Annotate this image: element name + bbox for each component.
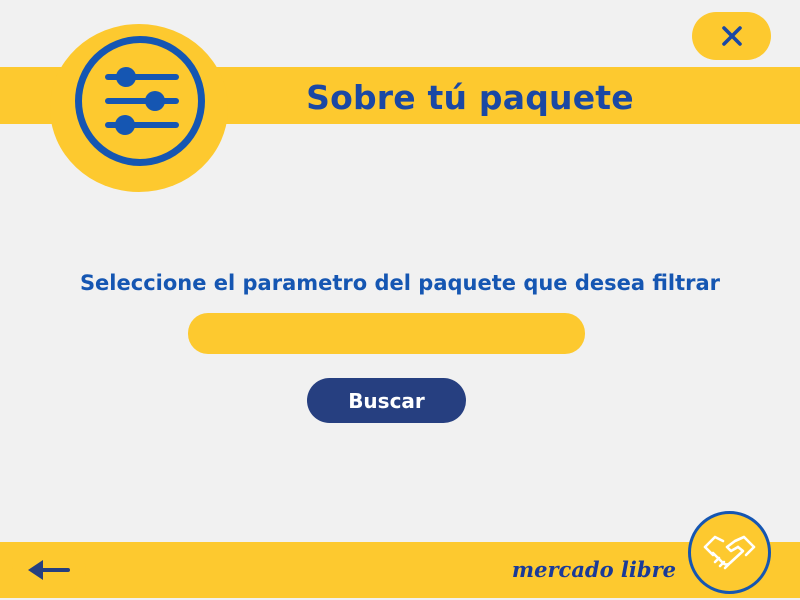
footer-band [0, 542, 800, 598]
screen: Sobre tú paquete Seleccione el parametro… [0, 0, 800, 600]
filter-parameter-input[interactable] [188, 313, 585, 354]
close-button[interactable] [692, 12, 771, 60]
filter-instruction: Seleccione el parametro del paquete que … [79, 271, 721, 295]
close-icon [721, 26, 742, 46]
arrow-left-icon [28, 560, 70, 580]
search-button[interactable]: Buscar [307, 378, 466, 423]
sliders-icon [75, 36, 205, 166]
page-title: Sobre tú paquete [306, 78, 634, 117]
mercado-libre-logo [688, 511, 771, 594]
handshake-icon [703, 535, 756, 570]
brand-name: mercado libre [511, 557, 676, 582]
back-button[interactable] [12, 549, 86, 591]
